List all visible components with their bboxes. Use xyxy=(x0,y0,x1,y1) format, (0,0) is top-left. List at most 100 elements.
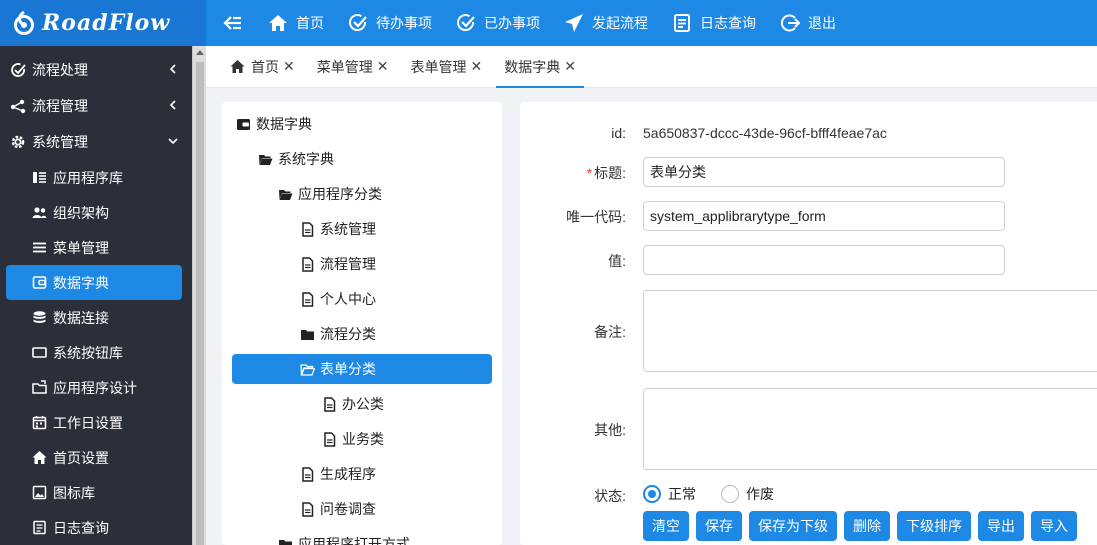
tree-node-selected[interactable]: 表单分类 xyxy=(232,354,492,384)
tree-node[interactable]: 系统字典 xyxy=(258,144,334,174)
other-textarea[interactable] xyxy=(643,388,1097,470)
home-icon xyxy=(230,60,245,73)
nav-start-flow-label: 发起流程 xyxy=(592,15,648,31)
sidebar-group-system[interactable]: 系统管理 xyxy=(0,124,192,160)
sidebar-item-label: 数据字典 xyxy=(53,274,109,291)
nav-todo[interactable]: 待办事项 xyxy=(336,0,444,46)
import-button[interactable]: 导入 xyxy=(1031,511,1077,541)
sidebar-item-icon-library[interactable]: 图标库 xyxy=(6,475,182,510)
title-label-text: 标题: xyxy=(594,165,626,181)
note-textarea[interactable] xyxy=(643,290,1097,372)
tree-node[interactable]: 生成程序 xyxy=(300,459,376,489)
tab-form-manage[interactable]: 表单管理 ✕ xyxy=(402,46,490,88)
nav-logout-label: 退出 xyxy=(808,15,836,31)
sidebar-toggle-button[interactable] xyxy=(220,0,246,46)
tree-node-root[interactable]: 数据字典 xyxy=(236,109,312,139)
nav-logout[interactable]: 退出 xyxy=(768,0,848,46)
title-label: * 标题: xyxy=(520,163,626,183)
send-icon xyxy=(565,14,583,32)
close-icon[interactable]: ✕ xyxy=(283,58,295,75)
title-input[interactable] xyxy=(643,157,1005,187)
sidebar-item-label: 应用程序设计 xyxy=(53,379,137,396)
close-icon[interactable]: ✕ xyxy=(564,58,576,75)
close-icon[interactable]: ✕ xyxy=(470,58,482,75)
sidebar: 流程处理 流程管理 系统管理 应用程序库 组织架构 菜单管理 数据字典 数据连接… xyxy=(0,46,192,545)
sidebar-item-menu-manage[interactable]: 菜单管理 xyxy=(6,230,182,265)
sidebar-item-data-connect[interactable]: 数据连接 xyxy=(6,300,182,335)
scrollbar-thumb[interactable] xyxy=(196,62,204,545)
tree-node[interactable]: 问卷调查 xyxy=(300,494,376,524)
edit-check-icon xyxy=(11,63,26,77)
value-label: 值: xyxy=(608,253,626,269)
document-icon xyxy=(33,520,46,535)
folder-icon xyxy=(301,329,314,340)
note-label: 备注: xyxy=(594,324,626,340)
sidebar-item-label: 日志查询 xyxy=(53,519,109,536)
tree-node[interactable]: 流程分类 xyxy=(300,319,376,349)
sidebar-item-log-query[interactable]: 日志查询 xyxy=(6,510,182,545)
tab-home[interactable]: 首页 ✕ xyxy=(222,46,303,88)
save-button[interactable]: 保存 xyxy=(696,511,742,541)
tree-node[interactable]: 办公类 xyxy=(322,389,384,419)
status-radio-normal[interactable] xyxy=(643,485,661,503)
tree-node-label: 办公类 xyxy=(342,396,384,412)
clear-button[interactable]: 清空 xyxy=(643,511,689,541)
sidebar-group-label: 流程管理 xyxy=(32,98,88,114)
tree-node-label: 个人中心 xyxy=(320,291,376,307)
sidebar-item-button-library[interactable]: 系统按钮库 xyxy=(6,335,182,370)
tree-node[interactable]: 应用程序分类 xyxy=(278,179,382,209)
nav-log[interactable]: 日志查询 xyxy=(660,0,768,46)
sidebar-item-app-library[interactable]: 应用程序库 xyxy=(6,160,182,195)
sidebar-item-label: 应用程序库 xyxy=(53,169,123,186)
sidebar-item-home-settings[interactable]: 首页设置 xyxy=(6,440,182,475)
file-icon xyxy=(324,396,336,412)
logo-text: RoadFlow xyxy=(42,10,171,36)
image-icon xyxy=(32,485,47,500)
tree-node[interactable]: 流程管理 xyxy=(300,249,376,279)
dict-tree: 数据字典 系统字典 应用程序分类 系统管理 流程管理 个人中心 流程分类 表单分… xyxy=(222,102,502,545)
tab-menu-manage[interactable]: 菜单管理 ✕ xyxy=(309,46,397,88)
scroll-up-icon[interactable] xyxy=(196,50,204,55)
status-label: 状态: xyxy=(594,488,626,504)
code-input[interactable] xyxy=(643,201,1005,231)
value-input[interactable] xyxy=(643,245,1005,275)
sort-children-button[interactable]: 下级排序 xyxy=(897,511,971,541)
status-radio-void[interactable] xyxy=(721,485,739,503)
chevron-left-icon xyxy=(169,100,176,110)
sidebar-item-workday[interactable]: 工作日设置 xyxy=(6,405,182,440)
id-value: 5a650837-dccc-43de-96cf-bfff4feae7ac xyxy=(643,125,887,141)
nav-start-flow[interactable]: 发起流程 xyxy=(552,0,660,46)
tree-node[interactable]: 业务类 xyxy=(322,424,384,454)
logo[interactable]: RoadFlow xyxy=(0,0,206,46)
sidebar-item-data-dict[interactable]: 数据字典 xyxy=(6,265,182,300)
sidebar-scrollbar[interactable] xyxy=(192,46,206,545)
nav-done[interactable]: 已办事项 xyxy=(444,0,552,46)
save-as-child-button[interactable]: 保存为下级 xyxy=(749,511,837,541)
delete-button[interactable]: 删除 xyxy=(844,511,890,541)
sidebar-item-app-design[interactable]: 应用程序设计 xyxy=(6,370,182,405)
sidebar-group-flow-handle[interactable]: 流程处理 xyxy=(0,52,192,88)
top-bar: RoadFlow 首页 待办事项 已办事项 发起流程 日志查询 退出 xyxy=(0,0,1097,46)
code-label: 唯一代码: xyxy=(566,209,626,225)
window-icon xyxy=(32,347,47,358)
check-circle-icon xyxy=(349,14,367,31)
tree-node[interactable]: 系统管理 xyxy=(300,214,376,244)
nav-home[interactable]: 首页 xyxy=(256,0,336,46)
export-button[interactable]: 导出 xyxy=(978,511,1024,541)
tab-data-dict[interactable]: 数据字典 ✕ xyxy=(496,46,584,88)
tree-node[interactable]: 应用程序打开方式 xyxy=(278,529,410,545)
sidebar-item-org[interactable]: 组织架构 xyxy=(6,195,182,230)
dict-form: id: 5a650837-dccc-43de-96cf-bfff4feae7ac… xyxy=(520,102,1097,545)
sidebar-group-flow-manage[interactable]: 流程管理 xyxy=(0,88,192,124)
status-option-label: 作废 xyxy=(746,486,774,502)
calendar-icon xyxy=(32,416,47,430)
file-icon xyxy=(324,431,336,447)
tree-node-label: 系统管理 xyxy=(320,221,376,237)
id-label: id: xyxy=(611,125,626,141)
folder-edit-icon xyxy=(32,380,47,394)
sidebar-group-label: 流程处理 xyxy=(32,62,88,78)
close-icon[interactable]: ✕ xyxy=(377,58,389,75)
share-icon xyxy=(10,99,26,114)
chevron-down-icon xyxy=(168,138,178,145)
tree-node[interactable]: 个人中心 xyxy=(300,284,376,314)
